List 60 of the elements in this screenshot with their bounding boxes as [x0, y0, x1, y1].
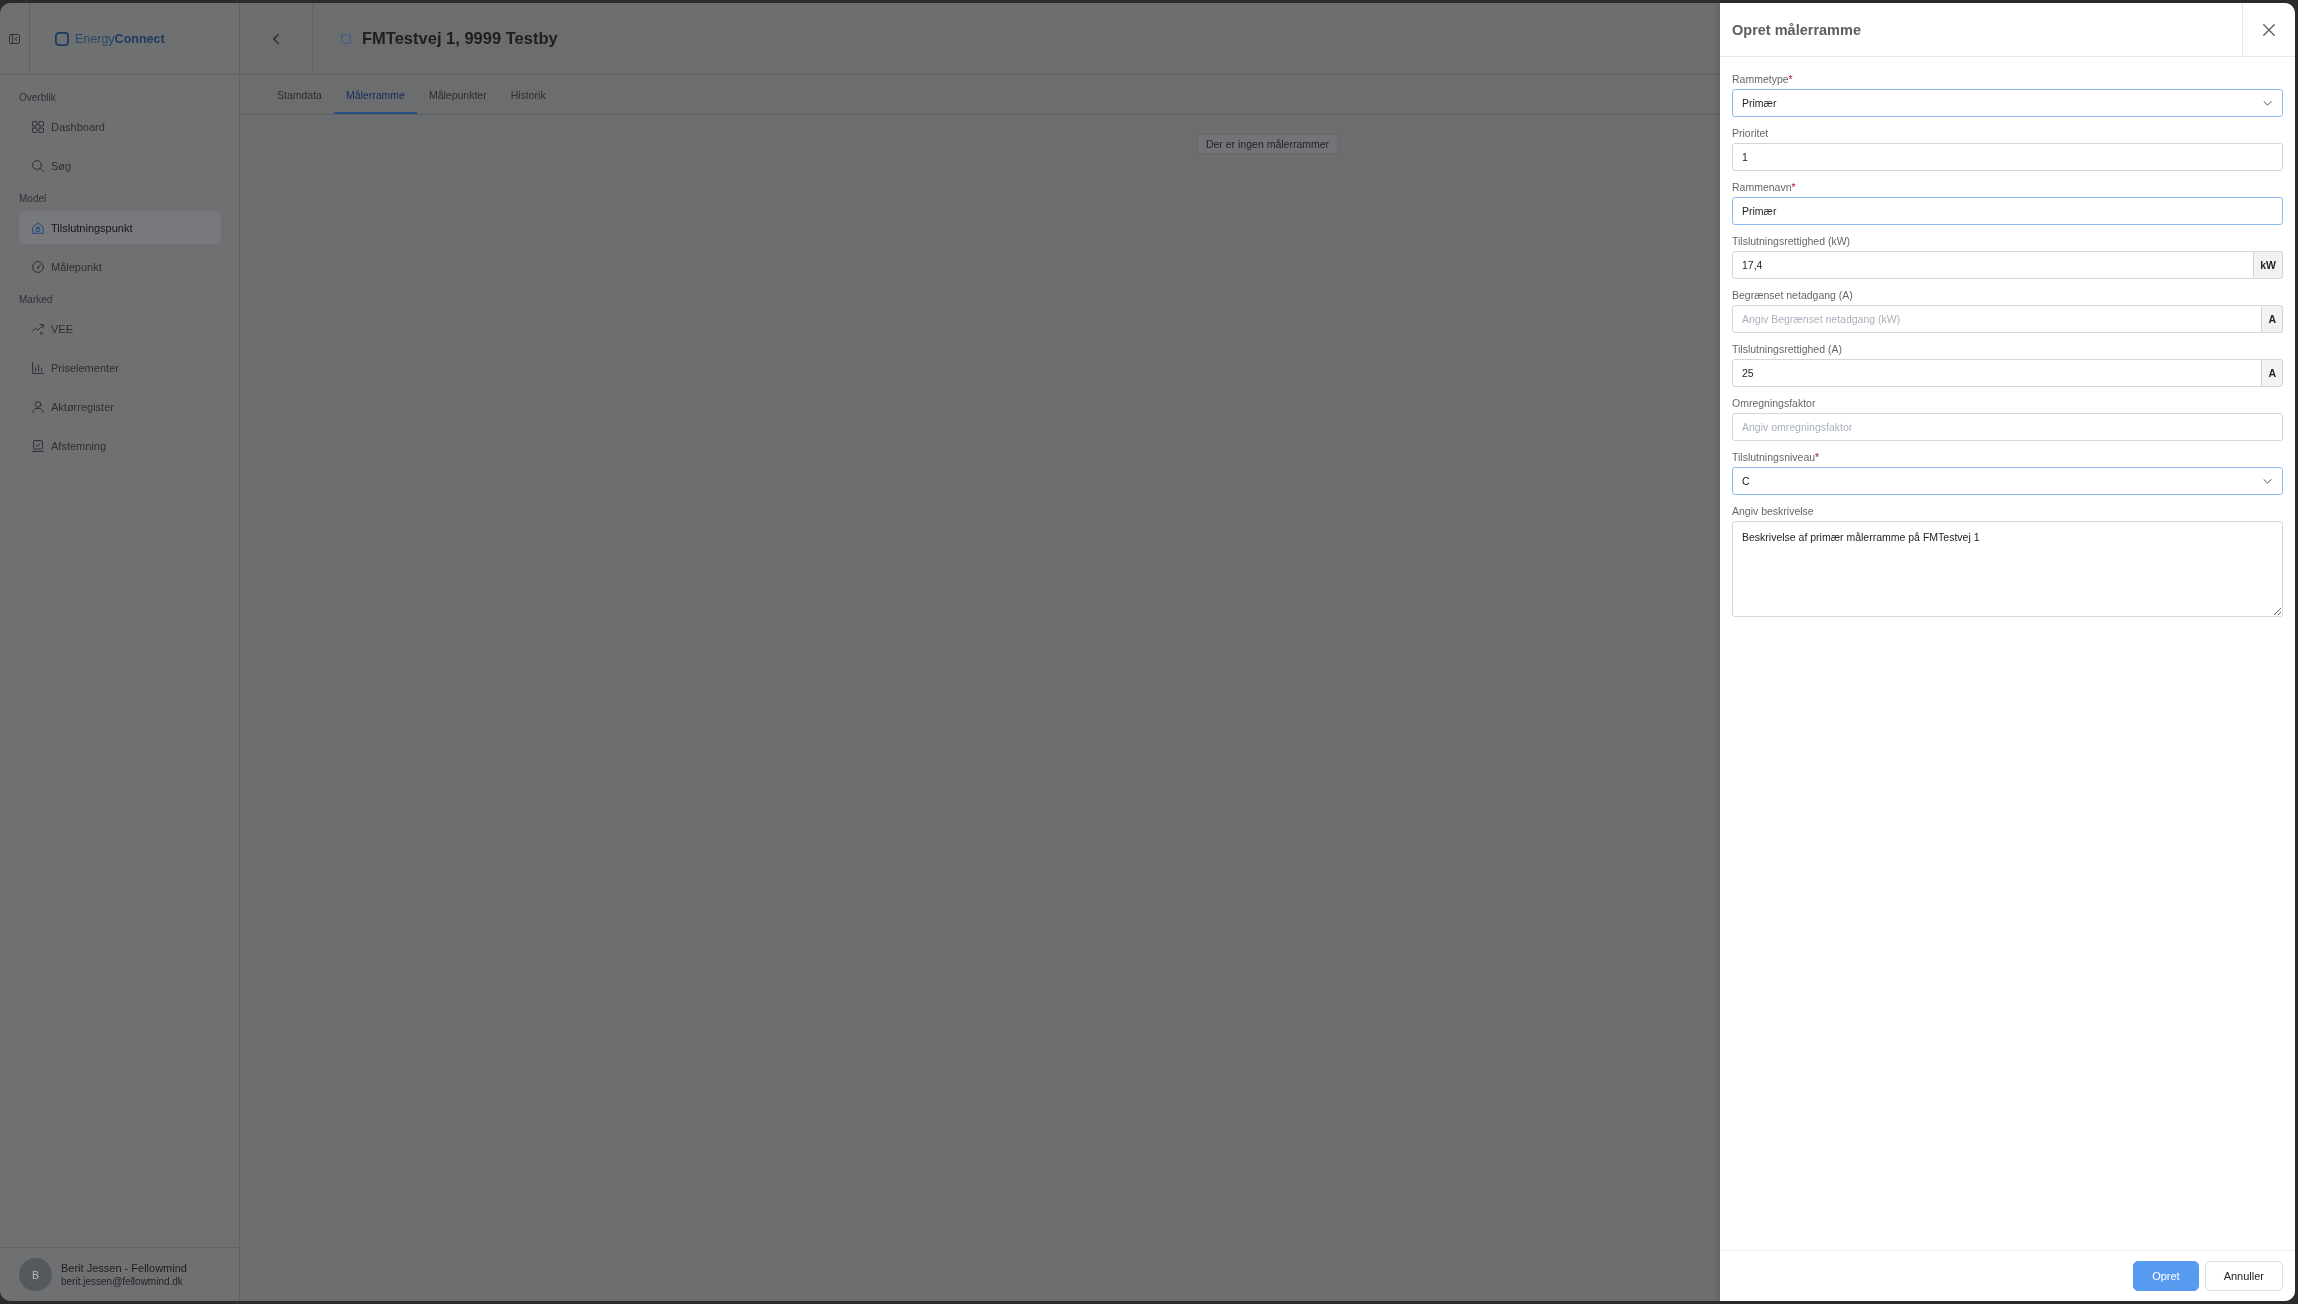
input-field[interactable]: 17,4 [1732, 251, 2255, 279]
input-field[interactable]: Primær [1732, 197, 2283, 225]
tab[interactable]: Målerramme [333, 75, 417, 114]
square-outline-icon [341, 33, 351, 44]
unit-label: A [2262, 305, 2283, 333]
house-icon [32, 221, 44, 234]
nav-item[interactable]: Afstemning [19, 429, 221, 462]
nav-item[interactable]: Priselementer [19, 351, 221, 384]
brand-name: EnergyConnect [75, 31, 165, 46]
gauge-icon [32, 260, 44, 273]
unit-label: kW [2254, 251, 2283, 279]
field-label: Tilslutningsrettighed (kW) [1732, 234, 1852, 248]
section-heading: Marked [19, 293, 54, 307]
tab[interactable]: Målepunkter [416, 75, 499, 114]
nav-item[interactable]: Søg [19, 149, 221, 182]
select-field[interactable]: C [1732, 467, 2283, 495]
secondary-button[interactable]: Annuller [2204, 1261, 2283, 1291]
grid-icon [32, 120, 44, 133]
chevron-down-icon [2263, 478, 2272, 484]
chevron-left-icon [273, 33, 279, 44]
tab[interactable]: Stamdata [265, 75, 334, 114]
section-heading: Model [19, 192, 48, 206]
field-label: Tilslutningsniveau* [1732, 450, 1821, 464]
panel-title: Opret målerramme [1732, 21, 1862, 38]
primary-button[interactable]: Opret [2133, 1261, 2199, 1291]
nav-item[interactable]: Dashboard [19, 110, 221, 143]
search-icon [32, 159, 44, 172]
input-field[interactable]: Angiv omregningsfaktor [1732, 413, 2283, 441]
avatar: B [19, 1258, 52, 1291]
unit-label: A [2262, 359, 2283, 387]
close-icon [2263, 23, 2275, 36]
section-heading: Overblik [19, 91, 57, 105]
trend-line-icon [32, 322, 44, 335]
textarea-field[interactable]: Beskrivelse af primær målerramme på FMTestvej 1 [1732, 521, 2283, 617]
logo-icon [55, 31, 69, 46]
nav-item[interactable]: Målepunkt [19, 250, 221, 283]
select-field[interactable]: Primær [1732, 89, 2283, 117]
empty-message: Der er ingen målerrammer [1196, 134, 1339, 154]
sidebar-panel-icon [9, 33, 20, 44]
field-label: Angiv beskrivelse [1732, 504, 1815, 518]
user-icon [32, 400, 44, 413]
field-label: Tilslutningsrettighed (A) [1732, 342, 1843, 356]
input-field[interactable]: 1 [1732, 143, 2283, 171]
field-label: Omregningsfaktor [1732, 396, 1817, 410]
user-email: berit.jessen@fellowmind.dk [61, 1274, 184, 1289]
nav-item[interactable]: Aktørregister [19, 390, 221, 423]
field-label: Prioritet [1732, 126, 1770, 140]
field-label: Rammenavn* [1732, 180, 1797, 194]
field-label: Rammetype* [1732, 72, 1794, 86]
tab[interactable]: Historik [498, 75, 558, 114]
chevron-down-icon [2263, 100, 2272, 106]
page-title: FMTestvej 1, 9999 Testby [362, 29, 558, 48]
input-field[interactable]: Angiv Begrænset netadgang (kW) [1732, 305, 2263, 333]
nav-item[interactable]: VEE [19, 312, 221, 345]
bar-chart-icon [32, 361, 44, 374]
input-field[interactable]: 25 [1732, 359, 2263, 387]
check-square-icon [32, 439, 44, 452]
field-label: Begrænset netadgang (A) [1732, 288, 1854, 302]
nav-item[interactable]: Tilslutningspunkt [19, 211, 221, 244]
user-name: Berit Jessen - Fellowmind [61, 1260, 187, 1275]
